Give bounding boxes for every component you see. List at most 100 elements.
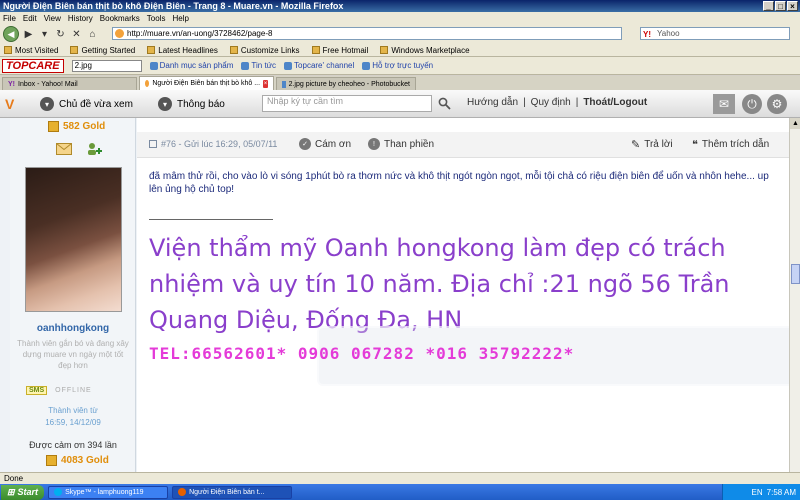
maximize-button[interactable]: □ — [775, 1, 786, 11]
gold-balance-top: 582 Gold — [48, 121, 105, 132]
search-icon[interactable] — [437, 96, 452, 111]
menu-bar: File Edit View History Bookmarks Tools H… — [0, 12, 800, 24]
menu-view[interactable]: View — [44, 14, 61, 23]
list-icon — [149, 61, 158, 70]
sms-badge[interactable]: SMS — [26, 386, 48, 395]
start-button[interactable]: ⊞ Start — [1, 484, 45, 500]
tab-muare-thread[interactable]: Người Điện Biên bán thịt bò khô ... × — [139, 76, 274, 90]
menu-history[interactable]: History — [68, 14, 93, 23]
skype-icon — [54, 488, 63, 496]
toolbar-link-products[interactable]: Danh mục sản phẩm — [149, 61, 233, 70]
chevron-down-icon: ▾ — [158, 97, 172, 111]
logout-link[interactable]: Thoát/Logout — [583, 97, 647, 108]
bookmark-icon — [311, 46, 320, 54]
post: #76 - Gửi lúc 16:29, 05/07/11 ✓ Cám ơn !… — [137, 118, 789, 484]
quote-icon: ❝ — [692, 139, 698, 151]
menu-help[interactable]: Help — [172, 14, 188, 23]
gold-coin-icon — [48, 121, 59, 132]
user-actions — [56, 143, 102, 155]
support-icon — [362, 61, 371, 70]
task-firefox[interactable]: Người Điện Biên bán t... — [172, 485, 293, 499]
topcare-toolbar: TOPCARE 2.jpg Danh mục sản phẩm Tin tức … — [0, 57, 800, 75]
menu-separator: | — [575, 97, 579, 108]
gold-coin-icon — [46, 455, 57, 466]
quote-button[interactable]: ❝ Thêm trích dẫn — [692, 138, 769, 151]
member-since-label: Thành viên từ — [48, 406, 98, 415]
thank-button[interactable]: ✓ Cám ơn — [299, 138, 351, 150]
window-controls: _ □ × — [763, 1, 798, 11]
menu-bookmarks[interactable]: Bookmarks — [100, 14, 140, 23]
search-engine-box[interactable]: Y! Yahoo — [640, 27, 790, 40]
toolbar-link-channel[interactable]: Topcare' channel — [284, 61, 354, 70]
forum-user-menu: Hướng dẫn | Quy định | Thoát/Logout — [467, 97, 647, 108]
settings-icon[interactable]: ⚙ — [767, 94, 787, 114]
firefox-icon — [178, 488, 187, 496]
bookmark-icon — [229, 46, 238, 54]
member-since-date: 16:59, 14/12/09 — [45, 418, 101, 427]
mail-icon[interactable]: ✉ — [713, 94, 735, 114]
power-icon[interactable]: ⏻ — [742, 94, 762, 114]
toolbar-link-support[interactable]: Hỗ trợ trực tuyến — [362, 61, 433, 70]
forum-header: V ▾ Chủ đề vừa xem ▾ Thông báo Nhập ký t… — [0, 90, 800, 118]
back-button[interactable]: ◀ — [3, 26, 19, 42]
clock[interactable]: 7:58 AM — [767, 488, 796, 497]
tab-photobucket[interactable]: 2.jpg picture by cheoheo - Photobucket — [276, 77, 416, 90]
toolbar-search-input[interactable]: 2.jpg — [71, 59, 142, 72]
url-bar[interactable]: http://muare.vn/an-uong/3728462/page-8 — [112, 27, 622, 40]
thread-content: 582 Gold oanhhongkong Thành viên gắn bó … — [0, 118, 789, 484]
menu-separator: | — [523, 97, 526, 108]
help-link[interactable]: Hướng dẫn — [467, 97, 518, 108]
bookmark-getting-started[interactable]: Getting Started — [70, 46, 135, 55]
bookmark-customize-links[interactable]: Customize Links — [229, 46, 300, 55]
user-title: Thành viên gắn bó và đang xây dựng muare… — [17, 339, 129, 370]
username[interactable]: oanhhongkong — [10, 323, 136, 334]
menu-tools[interactable]: Tools — [147, 14, 166, 23]
menu-file[interactable]: File — [3, 14, 16, 23]
bookmark-icon — [70, 46, 79, 54]
page-scrollbar[interactable]: ▲ ▼ — [789, 118, 800, 484]
home-icon[interactable]: ⌂ — [86, 28, 99, 41]
rules-link[interactable]: Quy định — [531, 97, 571, 108]
avatar[interactable] — [25, 167, 122, 312]
close-window-button[interactable]: × — [787, 1, 798, 11]
bookmark-latest-headlines[interactable]: Latest Headlines — [147, 46, 218, 55]
task-skype[interactable]: Skype™ - lamphuong119 — [48, 485, 169, 499]
bookmark-free-hotmail[interactable]: Free Hotmail — [311, 46, 368, 55]
tab-yahoo-mail[interactable]: Y! Inbox - Yahoo! Mail — [2, 77, 137, 90]
windows-logo-icon: ⊞ — [7, 486, 15, 497]
complain-button[interactable]: ! Than phiền — [368, 138, 434, 150]
reload-icon[interactable]: ↻ — [54, 28, 67, 41]
forward-button[interactable]: ▶ — [22, 28, 35, 41]
envelope-icon[interactable] — [56, 143, 72, 155]
forum-search-input[interactable]: Nhập ký tự cần tìm — [262, 95, 432, 112]
rss-icon — [147, 46, 156, 54]
history-dropdown-icon[interactable]: ▾ — [38, 28, 51, 41]
url-text: http://muare.vn/an-uong/3728462/page-8 — [127, 29, 273, 38]
scroll-thumb[interactable] — [791, 264, 800, 284]
post-meta: #76 - Gửi lúc 16:29, 05/07/11 — [149, 139, 277, 149]
thanks-count: Được cảm ơn 394 lần — [29, 440, 117, 450]
online-status: OFFLINE — [55, 387, 92, 394]
minimize-button[interactable]: _ — [763, 1, 774, 11]
windows-taskbar: ⊞ Start Skype™ - lamphuong119 Người Điện… — [0, 484, 800, 500]
close-tab-icon[interactable]: × — [263, 79, 268, 88]
forum-logo[interactable]: V — [5, 96, 14, 112]
add-friend-icon[interactable] — [86, 143, 102, 155]
recent-topics-button[interactable]: ▾ Chủ đề vừa xem — [40, 95, 133, 113]
stop-icon[interactable]: ✕ — [70, 28, 83, 41]
bookmark-windows-marketplace[interactable]: Windows Marketplace — [380, 46, 470, 55]
toolbar-link-news[interactable]: Tin tức — [241, 61, 276, 70]
reply-icon: ✎ — [631, 139, 641, 151]
scroll-up-icon[interactable]: ▲ — [790, 118, 800, 129]
language-indicator[interactable]: EN — [752, 488, 763, 497]
menu-edit[interactable]: Edit — [23, 14, 37, 23]
notifications-button[interactable]: ▾ Thông báo — [158, 95, 225, 113]
bookmark-most-visited[interactable]: Most Visited — [4, 46, 58, 55]
channel-icon — [284, 61, 293, 70]
thumbs-up-icon: ✓ — [299, 138, 311, 150]
chevron-down-icon: ▾ — [40, 97, 54, 111]
reply-button[interactable]: ✎ Trả lời — [631, 138, 673, 151]
status-bar: Done — [0, 472, 800, 484]
user-info-panel: 582 Gold oanhhongkong Thành viên gắn bó … — [10, 118, 136, 484]
warning-icon: ! — [368, 138, 380, 150]
